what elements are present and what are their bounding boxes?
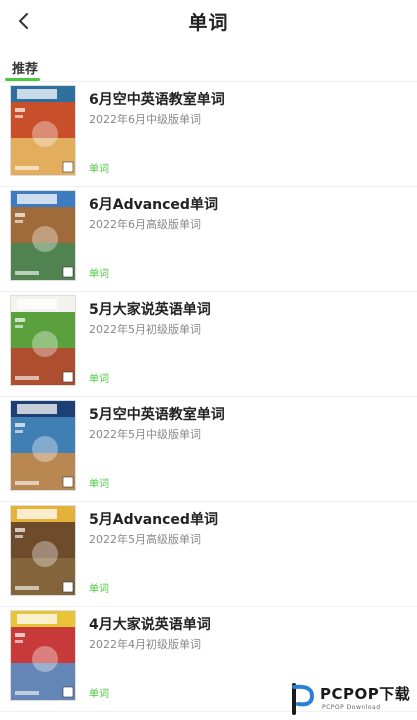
word-list: 6月空中英语教室单词 2022年6月中级版单词 单词 6月Advanced单词 …	[0, 82, 417, 712]
item-title: 5月大家说英语单词	[89, 302, 211, 318]
item-subtitle: 2022年6月高级版单词	[89, 218, 201, 231]
magazine-cover-image	[10, 400, 76, 491]
item-subtitle: 2022年5月中级版单词	[89, 428, 201, 441]
item-tag: 单词	[89, 374, 109, 385]
item-subtitle: 2022年5月高级版单词	[89, 533, 201, 546]
item-title: 5月Advanced单词	[89, 512, 218, 528]
magazine-cover-image	[10, 295, 76, 386]
list-item[interactable]: 6月空中英语教室单词 2022年6月中级版单词 单词	[0, 82, 417, 187]
item-tag: 单词	[89, 689, 109, 700]
item-tag: 单词	[89, 584, 109, 595]
list-item[interactable]: 5月Advanced单词 2022年5月高级版单词 单词	[0, 502, 417, 607]
magazine-cover-image	[10, 85, 76, 176]
watermark-brand: PCPOP下载	[320, 685, 411, 703]
item-tag: 单词	[89, 479, 109, 490]
pcpop-logo-icon	[292, 683, 315, 715]
page-title: 单词	[188, 12, 229, 34]
item-title: 6月空中英语教室单词	[89, 92, 225, 108]
watermark-subtext: PCPOP Download	[322, 704, 381, 711]
top-bar: 单词	[0, 0, 417, 44]
list-item[interactable]: 5月大家说英语单词 2022年5月初级版单词 单词	[0, 292, 417, 397]
magazine-cover-image	[10, 610, 76, 701]
watermark: PCPOP下载 PCPOP Download	[286, 680, 414, 718]
list-item[interactable]: 5月空中英语教室单词 2022年5月中级版单词 单词	[0, 397, 417, 502]
list-item[interactable]: 6月Advanced单词 2022年6月高级版单词 单词	[0, 187, 417, 292]
item-subtitle: 2022年4月初级版单词	[89, 638, 201, 651]
item-title: 6月Advanced单词	[89, 197, 218, 213]
item-title: 4月大家说英语单词	[89, 617, 211, 633]
item-subtitle: 2022年6月中级版单词	[89, 113, 201, 126]
tab-bar: 推荐	[0, 56, 417, 84]
item-tag: 单词	[89, 164, 109, 175]
item-tag: 单词	[89, 269, 109, 280]
item-title: 5月空中英语教室单词	[89, 407, 225, 423]
magazine-cover-image	[10, 190, 76, 281]
magazine-cover-image	[10, 505, 76, 596]
tab-recommended[interactable]: 推荐	[12, 58, 38, 77]
item-subtitle: 2022年5月初级版单词	[89, 323, 201, 336]
